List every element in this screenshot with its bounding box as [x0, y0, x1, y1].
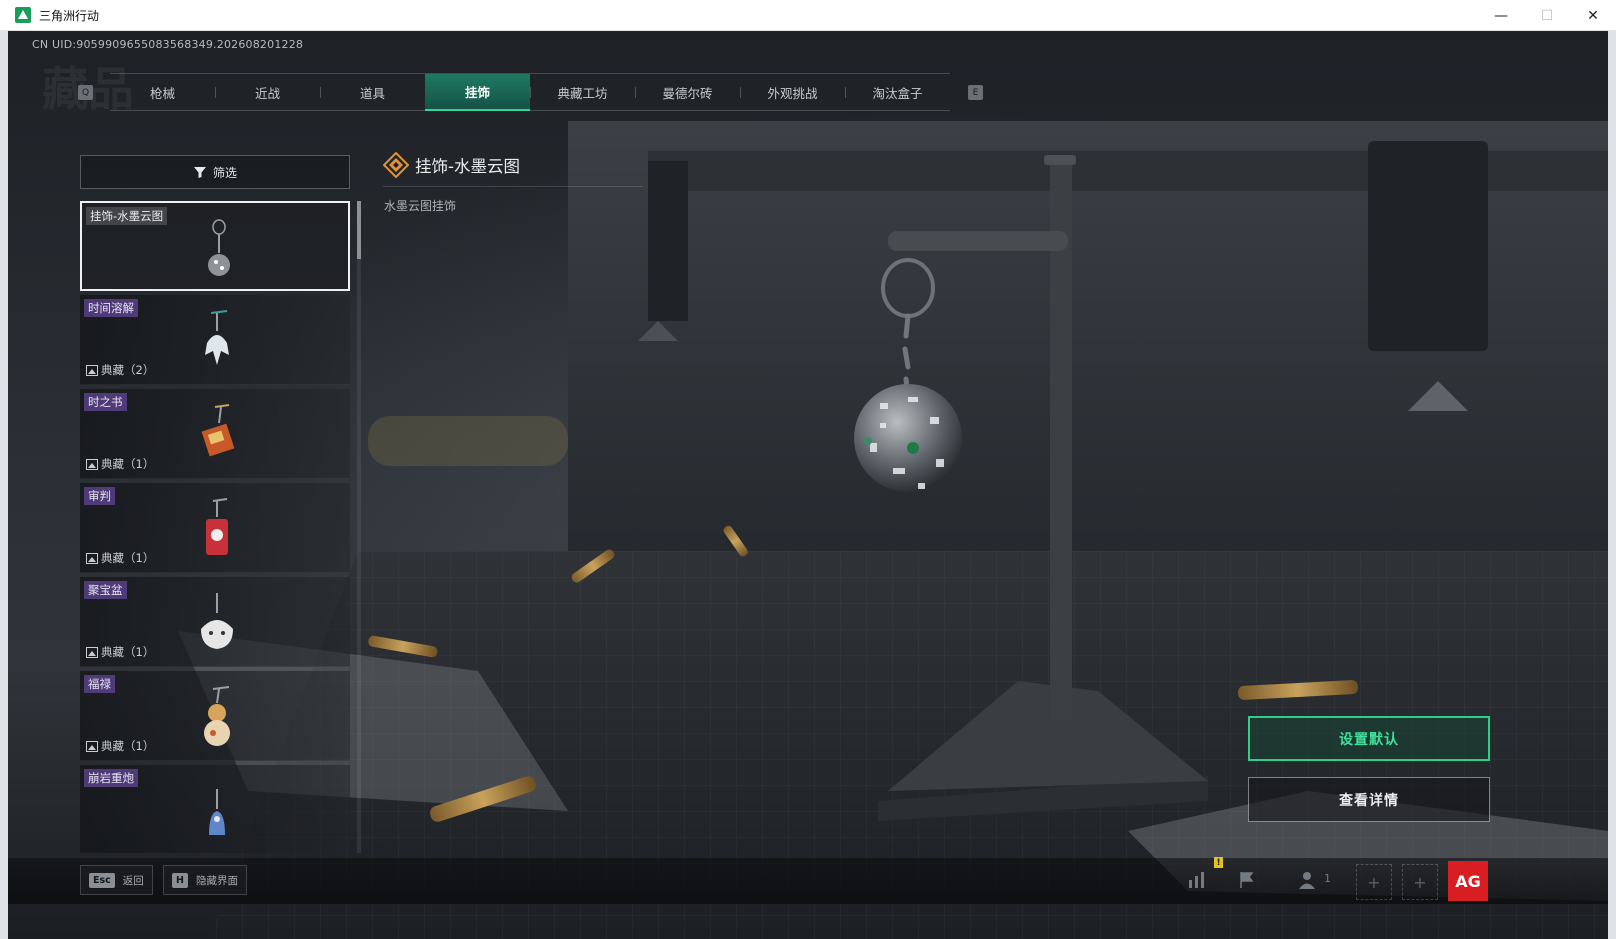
list-item[interactable]: 福禄 典藏（1）: [80, 671, 350, 761]
view-details-button[interactable]: 查看详情: [1248, 777, 1490, 822]
gallery-icon: [86, 646, 98, 658]
set-default-button[interactable]: 设置默认: [1248, 716, 1490, 761]
tab-collection-workshop[interactable]: 典藏工坊: [530, 74, 635, 111]
h-key-hint: H: [172, 872, 188, 888]
tab-mandel-brick[interactable]: 曼德尔砖: [635, 74, 740, 111]
item-description: 水墨云图挂饰: [384, 199, 457, 213]
collection-count: 典藏（1）: [86, 456, 154, 472]
charm-thumbnail: [208, 219, 230, 276]
filter-button[interactable]: 筛选: [80, 155, 350, 189]
charm-thumbnail: [206, 498, 228, 555]
scrollbar-thumb[interactable]: [357, 201, 361, 259]
charm-thumbnail: [209, 789, 225, 835]
filter-label: 筛选: [212, 165, 237, 180]
category-tabs: 枪械 近战 道具 挂饰 典藏工坊 曼德尔砖 外观挑战 淘汰盒子: [110, 73, 950, 111]
list-item[interactable]: 聚宝盆 典藏（1）: [80, 577, 350, 667]
tab-melee[interactable]: 近战: [215, 74, 320, 111]
add-slot-button[interactable]: +: [1356, 864, 1392, 900]
back-label: 返回: [122, 874, 144, 887]
charm-thumbnail: [204, 686, 230, 746]
item-name: 聚宝盆: [84, 581, 127, 599]
list-item[interactable]: 审判 典藏（1）: [80, 483, 350, 573]
tab-props[interactable]: 道具: [320, 74, 425, 111]
gallery-icon: [86, 364, 98, 376]
hide-ui-label: 隐藏界面: [195, 874, 238, 887]
collection-count: 典藏（2）: [86, 362, 154, 378]
player-uid: CN UID:9059909655083568349.202608201228: [32, 38, 304, 51]
rarity-diamond-icon: [383, 152, 409, 178]
game-logo[interactable]: AG: [1448, 861, 1488, 901]
tab-charms[interactable]: 挂饰: [425, 74, 530, 111]
tab-appearance-challenge[interactable]: 外观挑战: [740, 74, 845, 111]
close-button[interactable]: ✕: [1570, 0, 1616, 31]
item-name: 挂饰-水墨云图: [86, 207, 168, 225]
charm-thumbnail: [201, 593, 233, 649]
add-slot-button[interactable]: +: [1402, 864, 1438, 900]
window-controls: — ☐ ✕: [1478, 0, 1616, 31]
list-item[interactable]: 挂饰-水墨云图: [80, 201, 350, 291]
back-button[interactable]: Esc 返回: [80, 865, 153, 895]
tab-next-key-hint[interactable]: E: [968, 85, 983, 100]
tab-elimination-box[interactable]: 淘汰盒子: [845, 74, 950, 111]
maximize-button[interactable]: ☐: [1524, 0, 1570, 31]
hide-ui-button[interactable]: H 隐藏界面: [163, 865, 247, 895]
stats-icon[interactable]: [1184, 867, 1210, 893]
warning-badge: !: [1214, 857, 1223, 868]
item-title: 挂饰-水墨云图: [415, 157, 520, 176]
team-icon[interactable]: [1296, 867, 1322, 893]
minimize-button[interactable]: —: [1478, 0, 1524, 31]
team-count: 1: [1324, 872, 1331, 885]
item-name: 时间溶解: [84, 299, 138, 317]
flag-icon[interactable]: [1234, 867, 1260, 893]
collection-count: 典藏（1）: [86, 738, 154, 754]
item-name: 审判: [84, 487, 115, 505]
gallery-icon: [86, 552, 98, 564]
window-titlebar: 三角洲行动 — ☐ ✕: [0, 0, 1616, 31]
charm-list: 挂饰-水墨云图 时间溶解 典藏（2） 时之书 典藏（1） 审判 典藏（1） 聚宝…: [80, 201, 352, 853]
charm-thumbnail: [201, 404, 235, 457]
item-name: 崩岩重炮: [84, 769, 138, 787]
list-scrollbar[interactable]: [357, 201, 361, 853]
tab-prev-key-hint[interactable]: Q: [78, 85, 93, 100]
esc-key-hint: Esc: [89, 872, 115, 888]
collection-count: 典藏（1）: [86, 550, 154, 566]
charm-thumbnail: [205, 310, 229, 365]
title-divider: [383, 186, 643, 187]
app-icon: [15, 7, 31, 23]
list-item[interactable]: 崩岩重炮: [80, 765, 350, 853]
list-item[interactable]: 时之书 典藏（1）: [80, 389, 350, 479]
filter-icon: [193, 167, 206, 178]
game-viewport: CN UID:9059909655083568349.202608201228 …: [8, 31, 1608, 939]
gallery-icon: [86, 740, 98, 752]
window-title: 三角洲行动: [39, 8, 100, 23]
list-item[interactable]: 时间溶解 典藏（2）: [80, 295, 350, 385]
tab-guns[interactable]: 枪械: [110, 74, 215, 111]
collection-count: 典藏（1）: [86, 644, 154, 660]
item-name: 福禄: [84, 675, 115, 693]
gallery-icon: [86, 458, 98, 470]
item-name: 时之书: [84, 393, 127, 411]
